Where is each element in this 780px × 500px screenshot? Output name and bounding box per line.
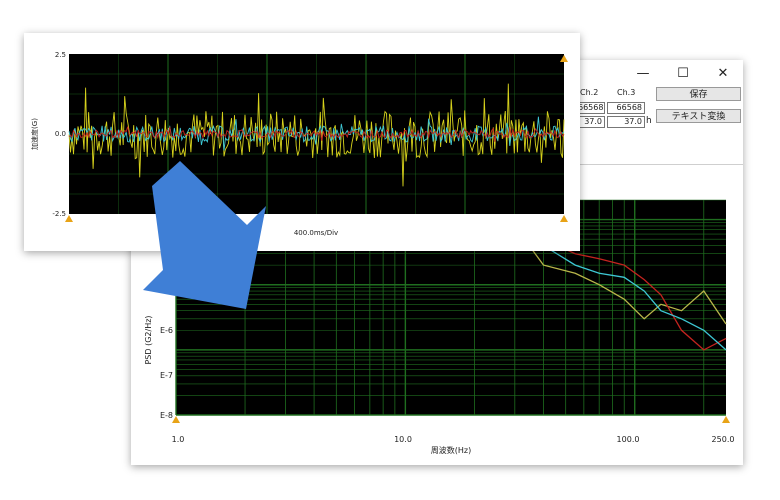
waveform-y-tick-label: -2.5 — [52, 210, 66, 218]
psd-y-tick-label: E-6 — [160, 326, 173, 335]
psd-y-tick-label: E-7 — [160, 371, 173, 380]
psd-y-tick-label: E-8 — [160, 411, 173, 420]
psd-x-tick-label: 10.0 — [394, 435, 412, 444]
cursor-marker-icon — [560, 215, 568, 222]
waveform-y-axis-label: 加速度(G) — [30, 118, 39, 150]
psd-x-tick-label: 250.0 — [712, 435, 735, 444]
psd-y-tick-label: E-5 — [160, 284, 173, 293]
waveform-window: 加速度(G) 400.0ms/Div 2.5 0.0 -2.5 — [24, 33, 580, 251]
waveform-y-tick-label: 2.5 — [55, 51, 66, 59]
waveform-y-tick-label: 0.0 — [55, 130, 66, 138]
psd-x-tick-label: 1.0 — [172, 435, 185, 444]
waveform-x-axis-label: 400.0ms/Div — [294, 229, 338, 237]
psd-axis — [172, 416, 730, 423]
cursor-marker-icon — [172, 416, 180, 423]
waveform-chart: 加速度(G) 400.0ms/Div 2.5 0.0 -2.5 — [30, 51, 568, 237]
cursor-marker-icon — [65, 215, 73, 222]
cursor-marker-icon — [722, 416, 730, 423]
psd-y-axis-label: PSD (G2/Hz) — [144, 315, 153, 364]
psd-x-axis-label: 周波数(Hz) — [431, 445, 471, 455]
psd-x-tick-label: 100.0 — [617, 435, 640, 444]
